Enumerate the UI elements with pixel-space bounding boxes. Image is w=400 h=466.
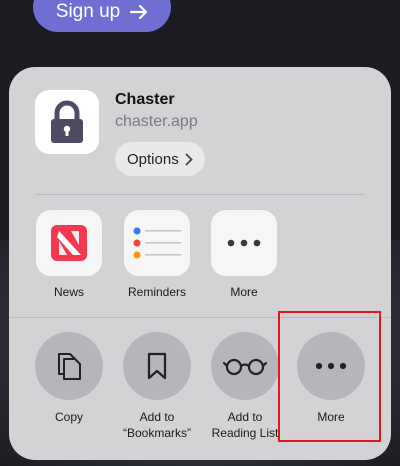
options-label: Options [127,150,179,168]
reminders-app-tile[interactable] [124,210,190,276]
apps-row: News Reminders More [9,210,391,310]
app-reminders[interactable]: Reminders [113,210,201,299]
news-icon [51,225,87,261]
reminders-icon [133,227,181,259]
share-header: Chaster chaster.app Options [9,67,391,195]
copy-action-button[interactable] [35,332,103,400]
app-news[interactable]: News [25,210,113,299]
app-icon [35,90,99,154]
highlight-box [278,311,381,442]
more-icon [227,239,261,247]
app-label: News [53,285,84,299]
arrow-right-icon [130,4,148,19]
options-button[interactable]: Options [115,142,205,176]
glasses-icon [223,358,267,376]
app-url: chaster.app [115,113,198,130]
action-label: Add to “Bookmarks” [122,410,191,440]
action-add-bookmarks[interactable]: Add to “Bookmarks” [109,332,205,441]
app-label: Reminders [127,285,187,299]
divider [35,194,365,195]
bookmark-icon [147,352,167,380]
action-label: Copy [54,410,83,424]
app-name: Chaster [115,91,175,108]
action-copy[interactable]: Copy [21,332,117,425]
signup-button[interactable]: Sign up [33,0,171,32]
chevron-right-icon [185,153,193,165]
app-label: More [230,285,258,299]
copy-icon [58,353,81,380]
more-app-tile[interactable] [211,210,277,276]
signup-label: Sign up [55,0,121,22]
reading-list-action-button[interactable] [211,332,279,400]
news-app-tile[interactable] [36,210,102,276]
bookmark-action-button[interactable] [123,332,191,400]
lock-icon [51,100,83,143]
app-more[interactable]: More [200,210,288,299]
